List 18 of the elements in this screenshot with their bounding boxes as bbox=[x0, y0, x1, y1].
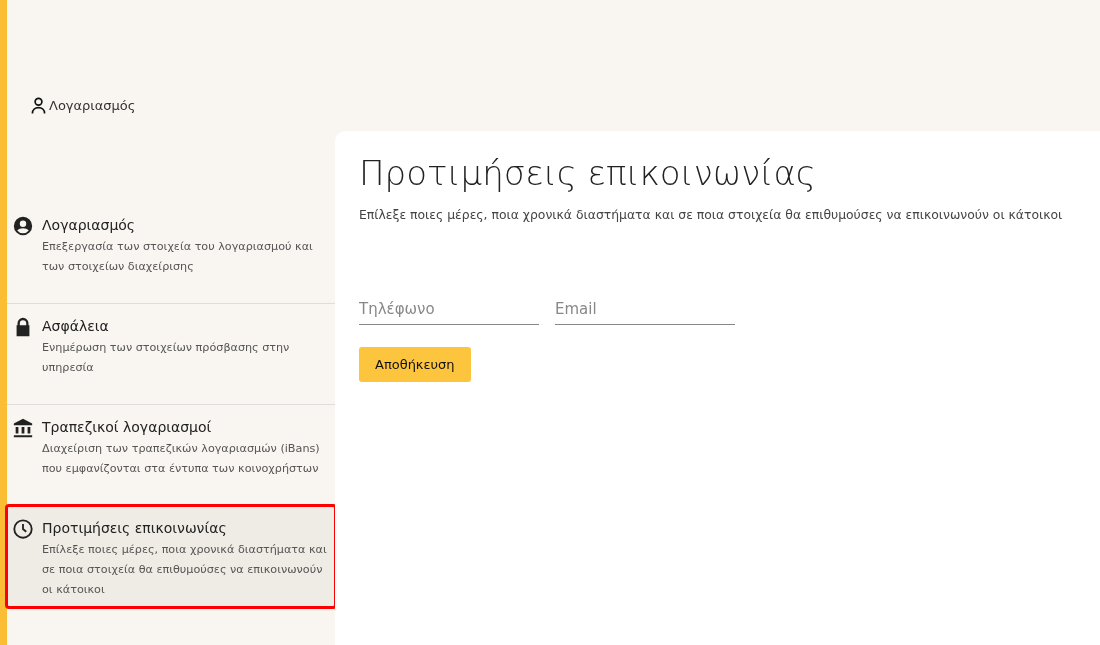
page-title: Προτιμήσεις επικοινωνίας bbox=[359, 153, 817, 193]
item-title: Προτιμήσεις επικοινωνίας bbox=[42, 520, 228, 536]
item-title: Ασφάλεια bbox=[42, 318, 110, 334]
item-title: Λογαριασμός bbox=[42, 217, 137, 233]
sidebar-item[interactable]: Προτιμήσεις επικοινωνίας Επίλεξε ποιες μέρες, ποια χρονικά διαστήματα και σε ποια στοιχεία θα επιθυμούσες να επικοινωνούν οι κάτοικοι bbox=[7, 506, 335, 607]
item-description: Διαχείριση των τραπεζικών λογαριασμών (iBans) που εμφανίζονται στα έντυπα των κοινοχρήστων bbox=[42, 441, 321, 477]
save-button[interactable]: Αποθήκευση bbox=[359, 347, 471, 382]
input-field[interactable]: Τηλέφωνο bbox=[359, 294, 539, 325]
bank-icon bbox=[12, 417, 34, 439]
clock-icon bbox=[12, 518, 34, 540]
page-description: Επίλεξε ποιες μέρες, ποια χρονικά διαστήματα και σε ποια στοιχεία θα επιθυμούσες να επικοινωνούν οι κάτοικοι bbox=[359, 207, 1064, 222]
item-title: Τραπεζικοί λογαριασμοί bbox=[42, 419, 213, 435]
account-link[interactable]: Λογαριασμός bbox=[31, 97, 136, 114]
item-description: Επίλεξε ποιες μέρες, ποια χρονικά διαστήματα και σε ποια στοιχεία θα επιθυμούσες να επικοινωνούν οι κάτοικοι bbox=[42, 542, 328, 598]
input-field[interactable]: Email bbox=[555, 294, 735, 325]
user-icon bbox=[31, 97, 46, 114]
item-description: Επεξεργασία των στοιχεία του λογαριασμού και των στοιχείων διαχείρισης bbox=[42, 239, 314, 275]
item-description: Ενημέρωση των στοιχείων πρόσβασης στην υπηρεσία bbox=[42, 340, 291, 376]
